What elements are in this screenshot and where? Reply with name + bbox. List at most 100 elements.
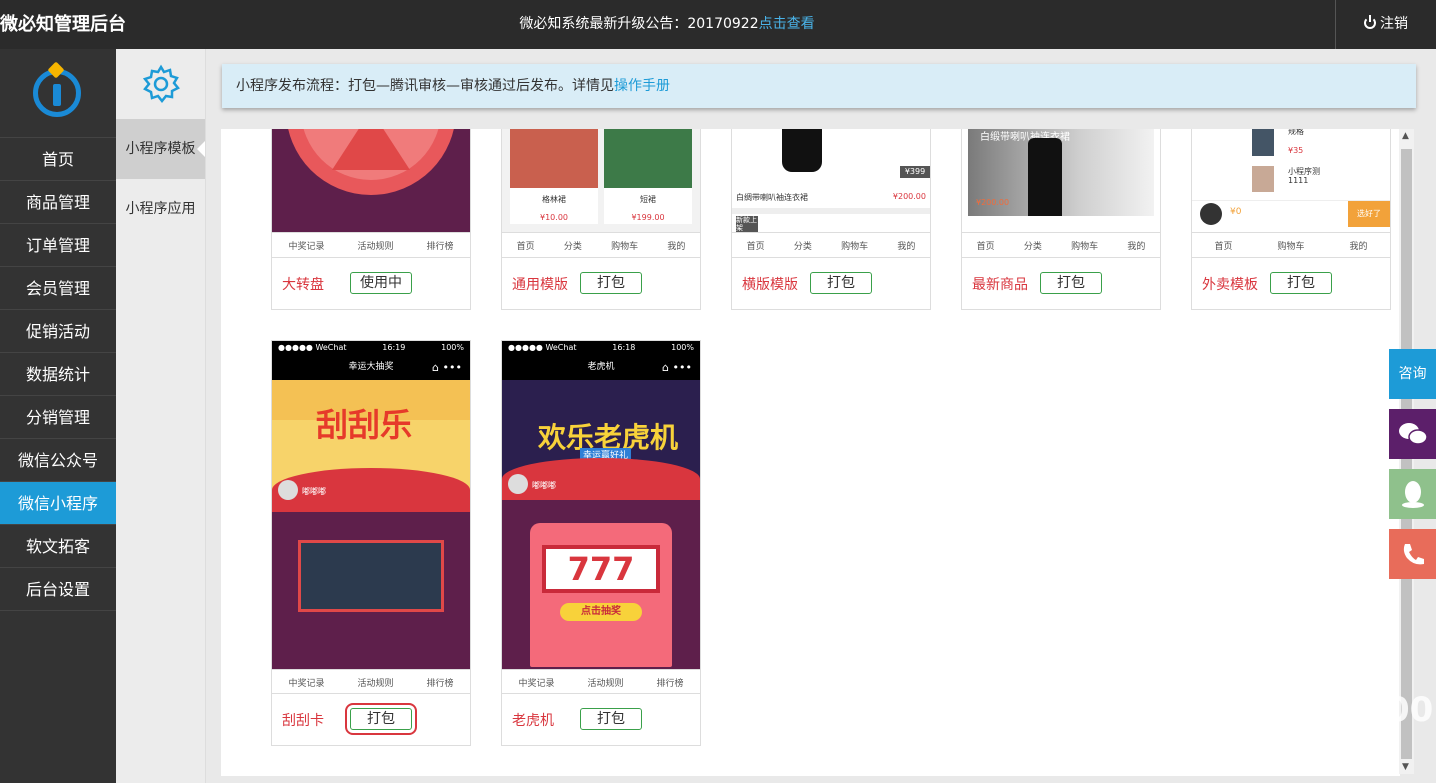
card-footer: 外卖模板 打包 xyxy=(1192,257,1390,309)
tab-prize-record: 中奖记录 xyxy=(288,242,325,252)
sidebar-item-wechat-official[interactable]: 微信公众号 xyxy=(0,439,116,482)
sub-sidebar: 小程序模板 小程序应用 xyxy=(116,49,206,783)
template-card-food: 规格 ¥35 小程序测 1111 ¥0 选好了 首页 购物车 我的 外卖模板 打 xyxy=(1191,129,1391,310)
tab-rules: 活动规则 xyxy=(587,679,624,689)
tab-category: 分类 xyxy=(1023,242,1042,252)
tab-mine: 我的 xyxy=(897,242,916,252)
subnav-applications[interactable]: 小程序应用 xyxy=(116,179,205,239)
more-icon: ⌂ ••• xyxy=(432,361,462,374)
template-name: 大转盘 xyxy=(282,277,324,293)
tip-text: 小程序发布流程：打包—腾讯审核—审核通过后发布。详情见 xyxy=(236,78,614,94)
template-panel: 中奖记录 活动规则 排行榜 大转盘 使用中 格林裙 ¥10.00 短裙 ¥199… xyxy=(221,129,1400,776)
tab-prize-record: 中奖记录 xyxy=(518,679,555,689)
phone-status-bar: ●●●●● WeChat 16:18 100% xyxy=(502,341,700,355)
product-name-1: 格林裙 xyxy=(542,195,566,204)
sidebar-item-wechat-miniprogram[interactable]: 微信小程序 xyxy=(0,482,116,525)
slot-machine: 777 点击抽奖 xyxy=(530,523,672,667)
template-card-horizontal: ¥399 白绸带喇叭袖连衣裙 ¥200.00 新款上架 首页 分类 购物车 我的… xyxy=(731,129,931,310)
phone-icon xyxy=(1403,544,1424,565)
tab-ranking: 排行榜 xyxy=(656,679,684,689)
wheel-tabbar: 中奖记录 活动规则 排行榜 xyxy=(272,232,470,258)
model-image xyxy=(1028,138,1062,216)
template-name: 通用模版 xyxy=(512,277,568,293)
sidebar-item-promotions[interactable]: 促销活动 xyxy=(0,310,116,353)
slot-banner: 欢乐老虎机 幸运赢好礼 嘟嘟嘟 xyxy=(502,380,700,500)
product-image-1 xyxy=(510,129,598,188)
in-use-button[interactable]: 使用中 xyxy=(350,272,412,294)
sidebar-item-products[interactable]: 商品管理 xyxy=(0,181,116,224)
consult-button[interactable]: 咨询 xyxy=(1389,349,1436,399)
sidebar-item-settings[interactable]: 后台设置 xyxy=(0,568,116,611)
phone-button[interactable] xyxy=(1389,529,1436,579)
package-button[interactable]: 打包 xyxy=(1270,272,1332,294)
scratch-preview: ●●●●● WeChat 16:19 100% 幸运大抽奖 ⌂ ••• 刮刮乐 … xyxy=(272,341,470,695)
food-tabbar: 首页 购物车 我的 xyxy=(1192,232,1390,258)
tab-ranking: 排行榜 xyxy=(426,242,454,252)
template-card-wheel: 中奖记录 活动规则 排行榜 大转盘 使用中 xyxy=(271,129,471,310)
gear-icon xyxy=(142,64,180,104)
sidebar-item-distribution[interactable]: 分销管理 xyxy=(0,396,116,439)
shop-tabbar: 首页 分类 购物车 我的 xyxy=(502,232,700,258)
card-footer: 通用模版 打包 xyxy=(502,257,700,309)
phone-title: 幸运大抽奖 xyxy=(348,362,394,372)
tab-category: 分类 xyxy=(793,242,812,252)
logout-button[interactable]: 注销 xyxy=(1335,0,1436,49)
battery: 100% xyxy=(671,343,694,352)
phone-title-bar: 老虎机 ⌂ ••• xyxy=(502,355,700,380)
main-sidebar: 首页 商品管理 订单管理 会员管理 促销活动 数据统计 分销管理 微信公众号 微… xyxy=(0,49,116,783)
sidebar-item-articles[interactable]: 软文拓客 xyxy=(0,525,116,568)
template-name: 刮刮卡 xyxy=(282,713,324,729)
package-button[interactable]: 打包 xyxy=(580,272,642,294)
phone-title: 老虎机 xyxy=(587,362,615,372)
product-price-1: ¥10.00 xyxy=(540,213,568,222)
notice-link[interactable]: 点击查看 xyxy=(759,16,815,32)
card-footer: 横版模版 打包 xyxy=(732,257,930,309)
template-card-newest: 白缎带喇叭袖连衣裙 ¥200.00 首页 分类 购物车 我的 最新商品 打包 xyxy=(961,129,1161,310)
package-button[interactable]: 打包 xyxy=(345,703,417,735)
subnav-templates[interactable]: 小程序模板 xyxy=(116,119,205,179)
new-badge: 新款上架 xyxy=(736,216,758,232)
user-name: 嘟嘟嘟 xyxy=(532,481,556,490)
tab-cart: 购物车 xyxy=(841,242,869,252)
newest-preview: 白缎带喇叭袖连衣裙 ¥200.00 首页 分类 购物车 我的 xyxy=(962,129,1160,258)
package-button[interactable]: 打包 xyxy=(810,272,872,294)
card-footer: 大转盘 使用中 xyxy=(272,257,470,309)
wechat-icon xyxy=(1398,423,1428,445)
scroll-down-icon[interactable]: ▼ xyxy=(1402,762,1409,772)
slot-reels: 777 xyxy=(542,545,660,593)
cart-icon xyxy=(1200,203,1222,225)
template-name: 外卖模板 xyxy=(1202,277,1258,293)
template-name: 横版模版 xyxy=(742,277,798,293)
scratch-tabbar: 中奖记录 活动规则 排行榜 xyxy=(272,669,470,695)
battery: 100% xyxy=(441,343,464,352)
shop-tabbar: 首页 分类 购物车 我的 xyxy=(732,232,930,258)
scratch-banner: 刮刮乐 嘟嘟嘟 xyxy=(272,380,470,512)
package-button[interactable]: 打包 xyxy=(1040,272,1102,294)
choose-done-button: 选好了 xyxy=(1348,201,1390,227)
floating-contact-buttons: 咨询 xyxy=(1389,349,1436,589)
horizontal-product-price: ¥200.00 xyxy=(892,192,926,201)
price-tag: ¥399 xyxy=(900,166,930,178)
sidebar-item-statistics[interactable]: 数据统计 xyxy=(0,353,116,396)
package-button[interactable]: 打包 xyxy=(580,708,642,730)
sidebar-item-home[interactable]: 首页 xyxy=(0,138,116,181)
manual-link[interactable]: 操作手册 xyxy=(614,78,670,94)
tab-rules: 活动规则 xyxy=(357,242,394,252)
wheel-graphic xyxy=(288,129,454,195)
qq-button[interactable] xyxy=(1389,469,1436,519)
sidebar-item-members[interactable]: 会员管理 xyxy=(0,267,116,310)
tab-rules: 活动规则 xyxy=(357,679,394,689)
template-name: 老虎机 xyxy=(512,713,554,729)
phone-time: 16:18 xyxy=(612,343,636,352)
wechat-button[interactable] xyxy=(1389,409,1436,459)
template-name: 最新商品 xyxy=(972,277,1028,293)
publish-tip: 小程序发布流程：打包—腾讯审核—审核通过后发布。详情见操作手册 xyxy=(222,64,1416,108)
scratch-area xyxy=(298,540,444,612)
template-card-slot: ●●●●● WeChat 16:18 100% 老虎机 ⌂ ••• 欢乐老虎机 … xyxy=(501,340,701,746)
card-footer: 老虎机 打包 xyxy=(502,693,700,745)
horizontal-preview: ¥399 白绸带喇叭袖连衣裙 ¥200.00 新款上架 首页 分类 购物车 我的 xyxy=(732,129,930,258)
scroll-up-icon[interactable]: ▲ xyxy=(1402,131,1409,141)
sidebar-item-orders[interactable]: 订单管理 xyxy=(0,224,116,267)
tab-prize-record: 中奖记录 xyxy=(288,679,325,689)
food-price-2: 1111 xyxy=(1288,176,1309,185)
